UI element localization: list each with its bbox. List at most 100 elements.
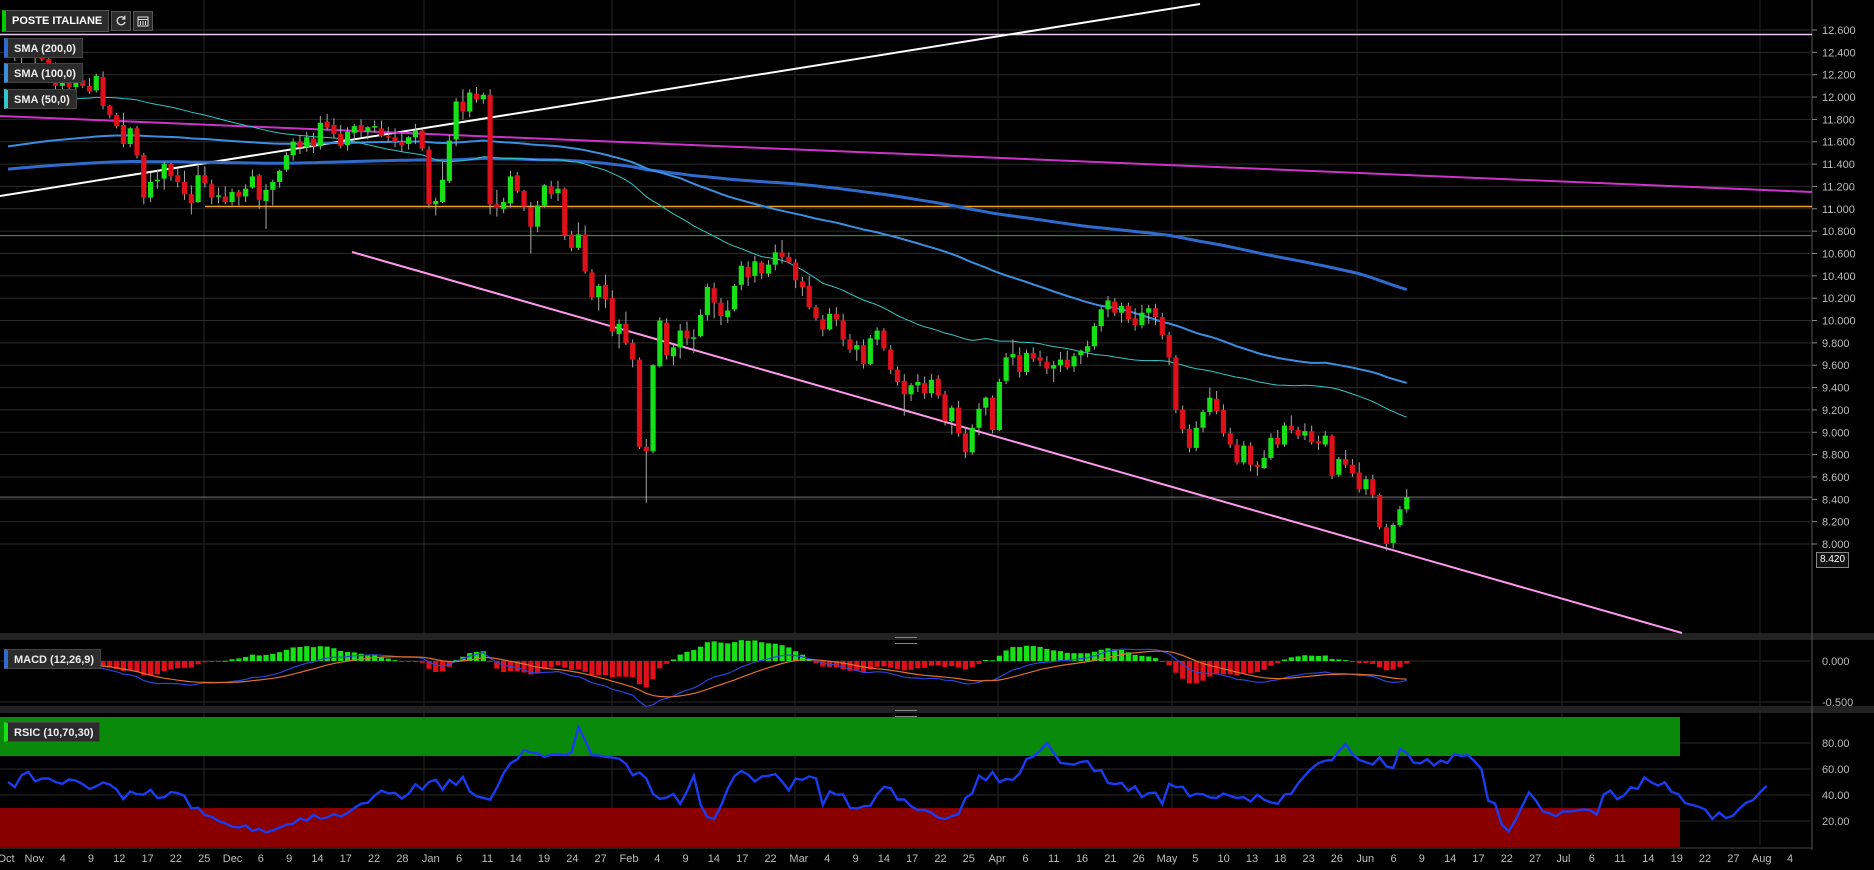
macd-histogram-bar [406, 661, 412, 662]
candle-body [202, 175, 208, 184]
macd-histogram-bar [677, 654, 683, 661]
macd-histogram-bar [1275, 661, 1281, 664]
macd-histogram-bar [956, 661, 962, 668]
candle-body [1254, 464, 1260, 467]
x-axis-label: Feb [619, 853, 638, 865]
legend-sma100[interactable]: SMA (100,0) [4, 63, 83, 83]
candle-body [310, 138, 317, 147]
rsi-tick-label: 60.00 [1822, 764, 1850, 776]
macd-histogram-bar [236, 658, 242, 661]
macd-histogram-bar [1030, 646, 1036, 661]
x-axis-label: 6 [1589, 853, 1595, 865]
refresh-button[interactable] [111, 11, 132, 31]
uptrend-line [0, 3, 1201, 197]
macd-histogram-bar [915, 661, 921, 669]
candle-body [1309, 431, 1315, 443]
x-axis-label: 27 [1727, 853, 1739, 865]
x-axis-label: 9 [683, 853, 689, 865]
macd-histogram-bar [1207, 661, 1213, 677]
macd-histogram-bar [1152, 658, 1159, 661]
candle-body [392, 137, 398, 142]
candle-body [317, 122, 323, 147]
pane-separator [0, 706, 1874, 713]
candle-body [935, 378, 941, 396]
candle-body [433, 200, 439, 205]
x-axis-label: 27 [595, 853, 607, 865]
candle-body [1383, 527, 1389, 544]
candle-body [1112, 301, 1118, 313]
candle-body [976, 408, 982, 428]
candle-body [1085, 346, 1091, 352]
macd-histogram-bar [1017, 647, 1023, 661]
legend-sma200[interactable]: SMA (200,0) [4, 38, 83, 58]
candle-body [494, 204, 500, 208]
price-chart[interactable]: 12.600 12.400 12.200 12.000 11.800 11.600 11.4… [0, 0, 1874, 870]
macd-histogram-bar [1383, 661, 1389, 671]
price-tick-label: 9.400 [1822, 383, 1850, 395]
x-axis-label: 16 [1076, 853, 1088, 865]
x-axis-label: 17 [736, 853, 748, 865]
pane-resize-handle-macd[interactable] [895, 637, 917, 644]
macd-histogram-bar [181, 661, 188, 668]
macd-histogram-bar [602, 661, 609, 676]
x-axis-label: Apr [989, 853, 1006, 865]
candle-body [704, 287, 710, 315]
downtrend-channel-line [351, 251, 1683, 634]
candle-body [1152, 308, 1159, 318]
candle-body [351, 126, 357, 133]
candle-body [1044, 361, 1050, 369]
macd-histogram-bar [1315, 655, 1322, 661]
candle-body [582, 234, 588, 272]
macd-histogram-bar [1241, 661, 1247, 674]
candle-body [969, 427, 975, 453]
macd-histogram-bar [1336, 659, 1342, 661]
pane-resize-handle-rsi[interactable] [895, 710, 917, 717]
candle-body [344, 131, 351, 146]
candle-body [541, 185, 548, 206]
candle-body [1268, 437, 1274, 458]
price-tick-label: 11.200 [1822, 181, 1855, 193]
macd-histogram-bar [969, 661, 975, 668]
candle-body [453, 101, 459, 140]
long-term-trendline [0, 115, 1813, 193]
macd-histogram-bar [1356, 661, 1362, 664]
macd-histogram-bar [725, 643, 731, 661]
price-tick-label: 11.000 [1822, 204, 1855, 216]
candle-body [86, 85, 93, 92]
macd-histogram-bar [711, 641, 717, 661]
candle-body [684, 330, 690, 339]
price-tick-label: 12.400 [1822, 47, 1856, 59]
rsi-tick-label: 40.00 [1822, 790, 1850, 802]
legend-sma50[interactable]: SMA (50,0) [4, 89, 77, 109]
candle-body [338, 133, 344, 147]
x-axis-label: 17 [340, 853, 352, 865]
legend-macd[interactable]: MACD (12,26,9) [4, 649, 102, 669]
calendar-button[interactable] [133, 11, 154, 31]
candle-body [243, 188, 249, 197]
candle-body [1322, 435, 1328, 445]
candle-body [1315, 441, 1322, 444]
candle-body [894, 369, 901, 382]
candle-body [1349, 464, 1356, 474]
price-tick-label: 9.200 [1822, 405, 1850, 417]
macd-histogram-bar [283, 649, 289, 661]
candle-body [711, 288, 717, 303]
candle-body [562, 188, 568, 236]
macd-histogram-bar [1044, 648, 1050, 661]
candle-body [1118, 305, 1125, 313]
candle-body [813, 307, 819, 319]
candle-body [1139, 312, 1145, 325]
candle-body [1037, 357, 1043, 361]
current-price-tag: 8.420 [1816, 552, 1850, 568]
legend-rsic[interactable]: RSIC (10,70,30) [4, 722, 101, 742]
price-tick-label: 11.400 [1822, 159, 1855, 171]
candle-body [860, 345, 867, 365]
x-axis-label: Dec [223, 853, 243, 865]
price-tick-label: 11.600 [1822, 137, 1855, 149]
candle-body [881, 330, 887, 349]
candle-body [439, 179, 446, 203]
macd-histogram-bar [1281, 659, 1288, 661]
candle-body [568, 234, 575, 248]
x-axis-label: Mar [789, 853, 808, 865]
candle-body [507, 176, 514, 204]
